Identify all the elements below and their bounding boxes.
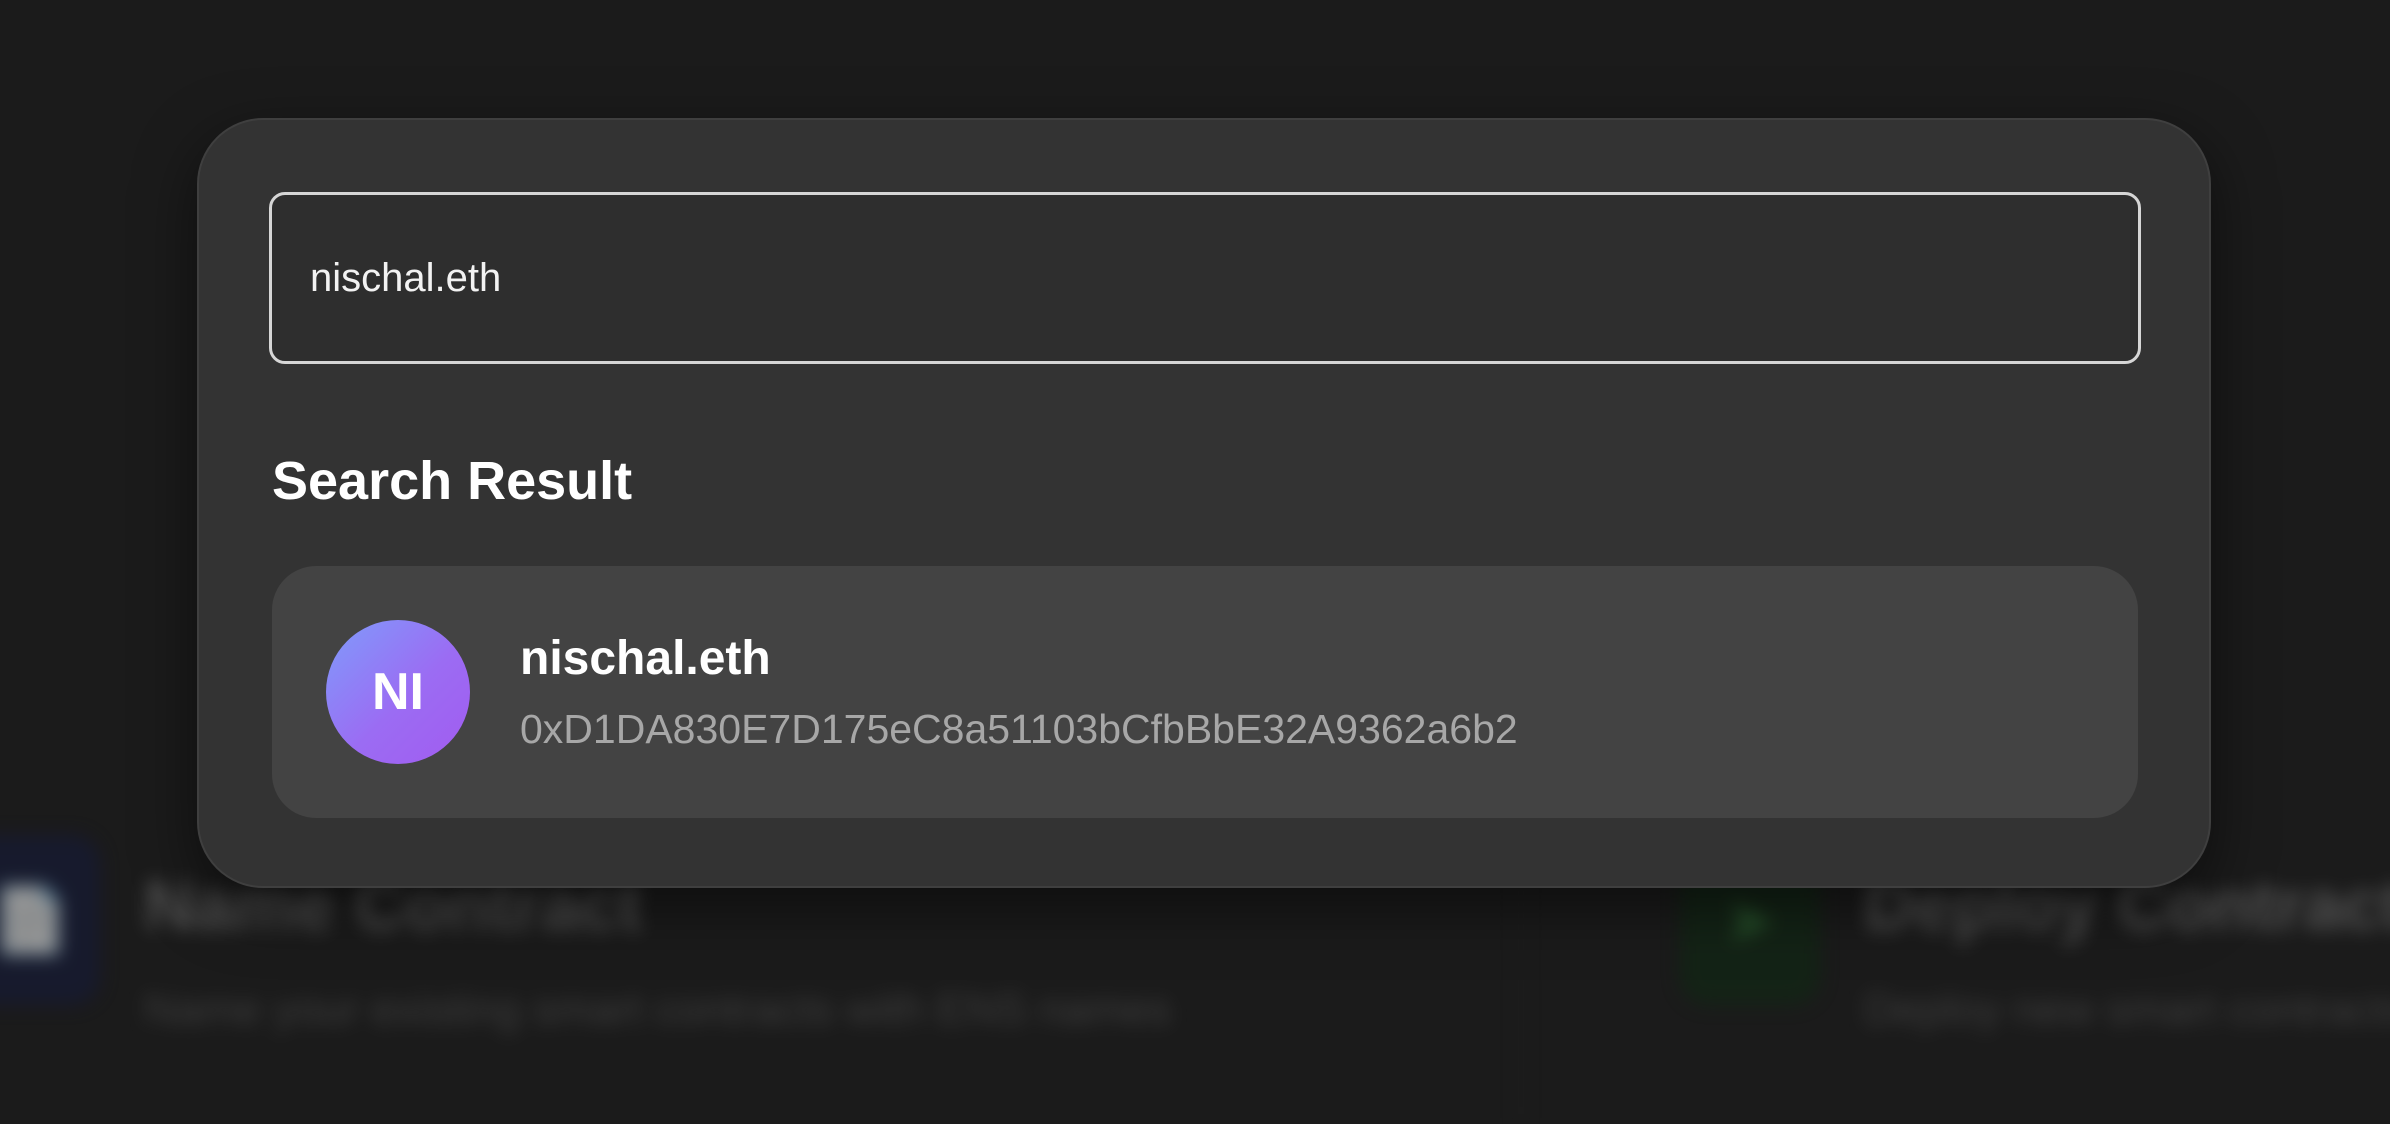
document-icon: 📄: [0, 835, 100, 1005]
page: 📄 Name Contract Name your existing smart…: [0, 0, 2390, 1124]
search-result-heading: Search Result: [272, 451, 633, 511]
background-card-description: Name your existing smart contracts with …: [144, 985, 1172, 1034]
search-result-item[interactable]: NI nischal.eth 0xD1DA830E7D175eC8a51103b…: [272, 566, 2138, 818]
background-card-description: Deploy new smart contracts: [1864, 985, 2390, 1034]
search-input[interactable]: [272, 195, 2138, 361]
result-ens-name: nischal.eth: [520, 632, 771, 685]
avatar: NI: [326, 620, 470, 764]
avatar-initials: NI: [372, 663, 424, 721]
search-modal: Search Result NI nischal.eth 0xD1DA830E7…: [197, 118, 2211, 888]
search-field[interactable]: [269, 192, 2141, 364]
result-address: 0xD1DA830E7D175eC8a51103bCfbBbE32A9362a6…: [520, 706, 1518, 752]
